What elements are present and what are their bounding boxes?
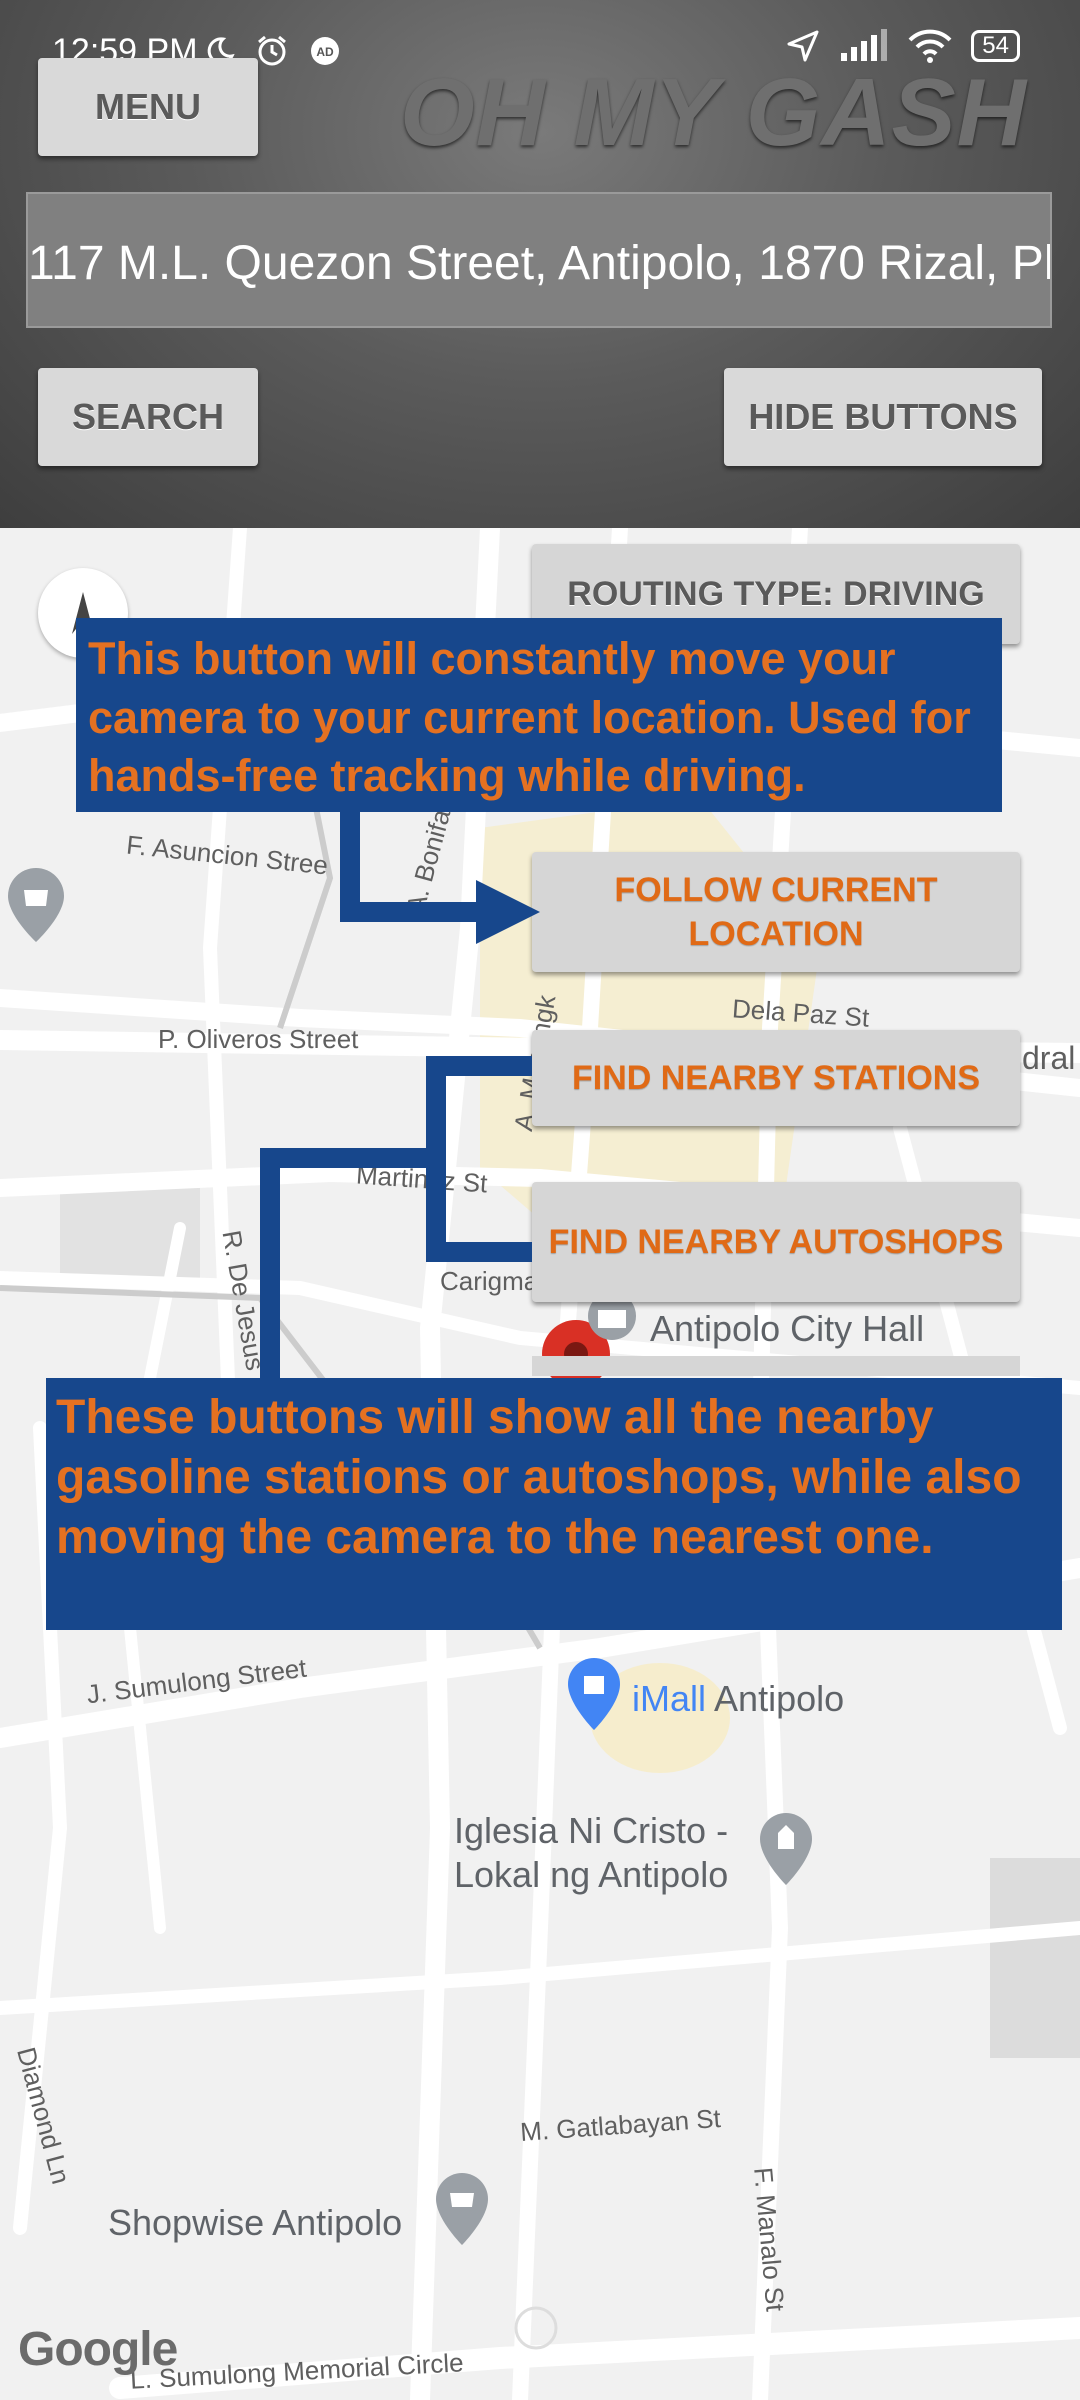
road-label-dral: dral — [1022, 1040, 1076, 1076]
adblock-icon: AD — [311, 37, 339, 65]
road-label-carigma: Carigma — [440, 1266, 539, 1296]
menu-button[interactable]: MENU — [38, 58, 258, 156]
imall-rest: Antipolo — [706, 1678, 845, 1719]
svg-text:AD: AD — [316, 45, 334, 59]
place-label-imall: iMall Antipolo — [632, 1678, 844, 1720]
follow-location-button[interactable]: FOLLOW CURRENT LOCATION — [532, 852, 1020, 972]
callout-nearby-buttons: These buttons will show all the nearby g… — [46, 1378, 1062, 1630]
connector-top-horizontal — [340, 902, 480, 922]
imall-brand: iMall — [632, 1678, 707, 1719]
connector-arrowhead — [476, 880, 540, 944]
address-input[interactable]: 117 M.L. Quezon Street, Antipolo, 1870 R… — [26, 192, 1052, 328]
find-stations-button[interactable]: FIND NEARBY STATIONS — [532, 1030, 1020, 1126]
app-title: OH MY GASH — [400, 59, 1027, 166]
callout-follow-location: This button will constantly move your ca… — [76, 618, 1002, 812]
bracket-left-vertical — [260, 1148, 280, 1380]
place-label-iglesia-1: Iglesia Ni Cristo - — [454, 1810, 729, 1851]
address-text: 117 M.L. Quezon Street, Antipolo, 1870 R… — [28, 237, 1050, 290]
shopping-pin-left — [8, 868, 64, 942]
google-logo: Google — [18, 2323, 178, 2376]
place-label-city-hall: Antipolo City Hall — [650, 1308, 925, 1349]
bracket-top — [426, 1056, 532, 1076]
bracket-bottom — [426, 1242, 532, 1262]
place-label-shopwise: Shopwise Antipolo — [108, 2202, 403, 2243]
battery-level: 54 — [982, 32, 1009, 59]
place-label-iglesia-2: Lokal ng Antipolo — [454, 1854, 729, 1895]
iglesia-pin — [760, 1813, 812, 1885]
app-header: 12:59 PM AD 54 MENU OH MY GASH 117 M.L. … — [0, 0, 1080, 528]
partial-button[interactable] — [532, 1356, 1020, 1376]
hide-buttons-button[interactable]: HIDE BUTTONS — [724, 368, 1042, 466]
road-label-oliveros: P. Oliveros Street — [158, 1024, 359, 1054]
shopwise-pin — [436, 2173, 488, 2245]
bracket-left-horizontal — [260, 1148, 430, 1168]
alarm-icon — [258, 35, 286, 66]
find-autoshops-button[interactable]: FIND NEARBY AUTOSHOPS — [532, 1182, 1020, 1302]
search-button[interactable]: SEARCH — [38, 368, 258, 466]
